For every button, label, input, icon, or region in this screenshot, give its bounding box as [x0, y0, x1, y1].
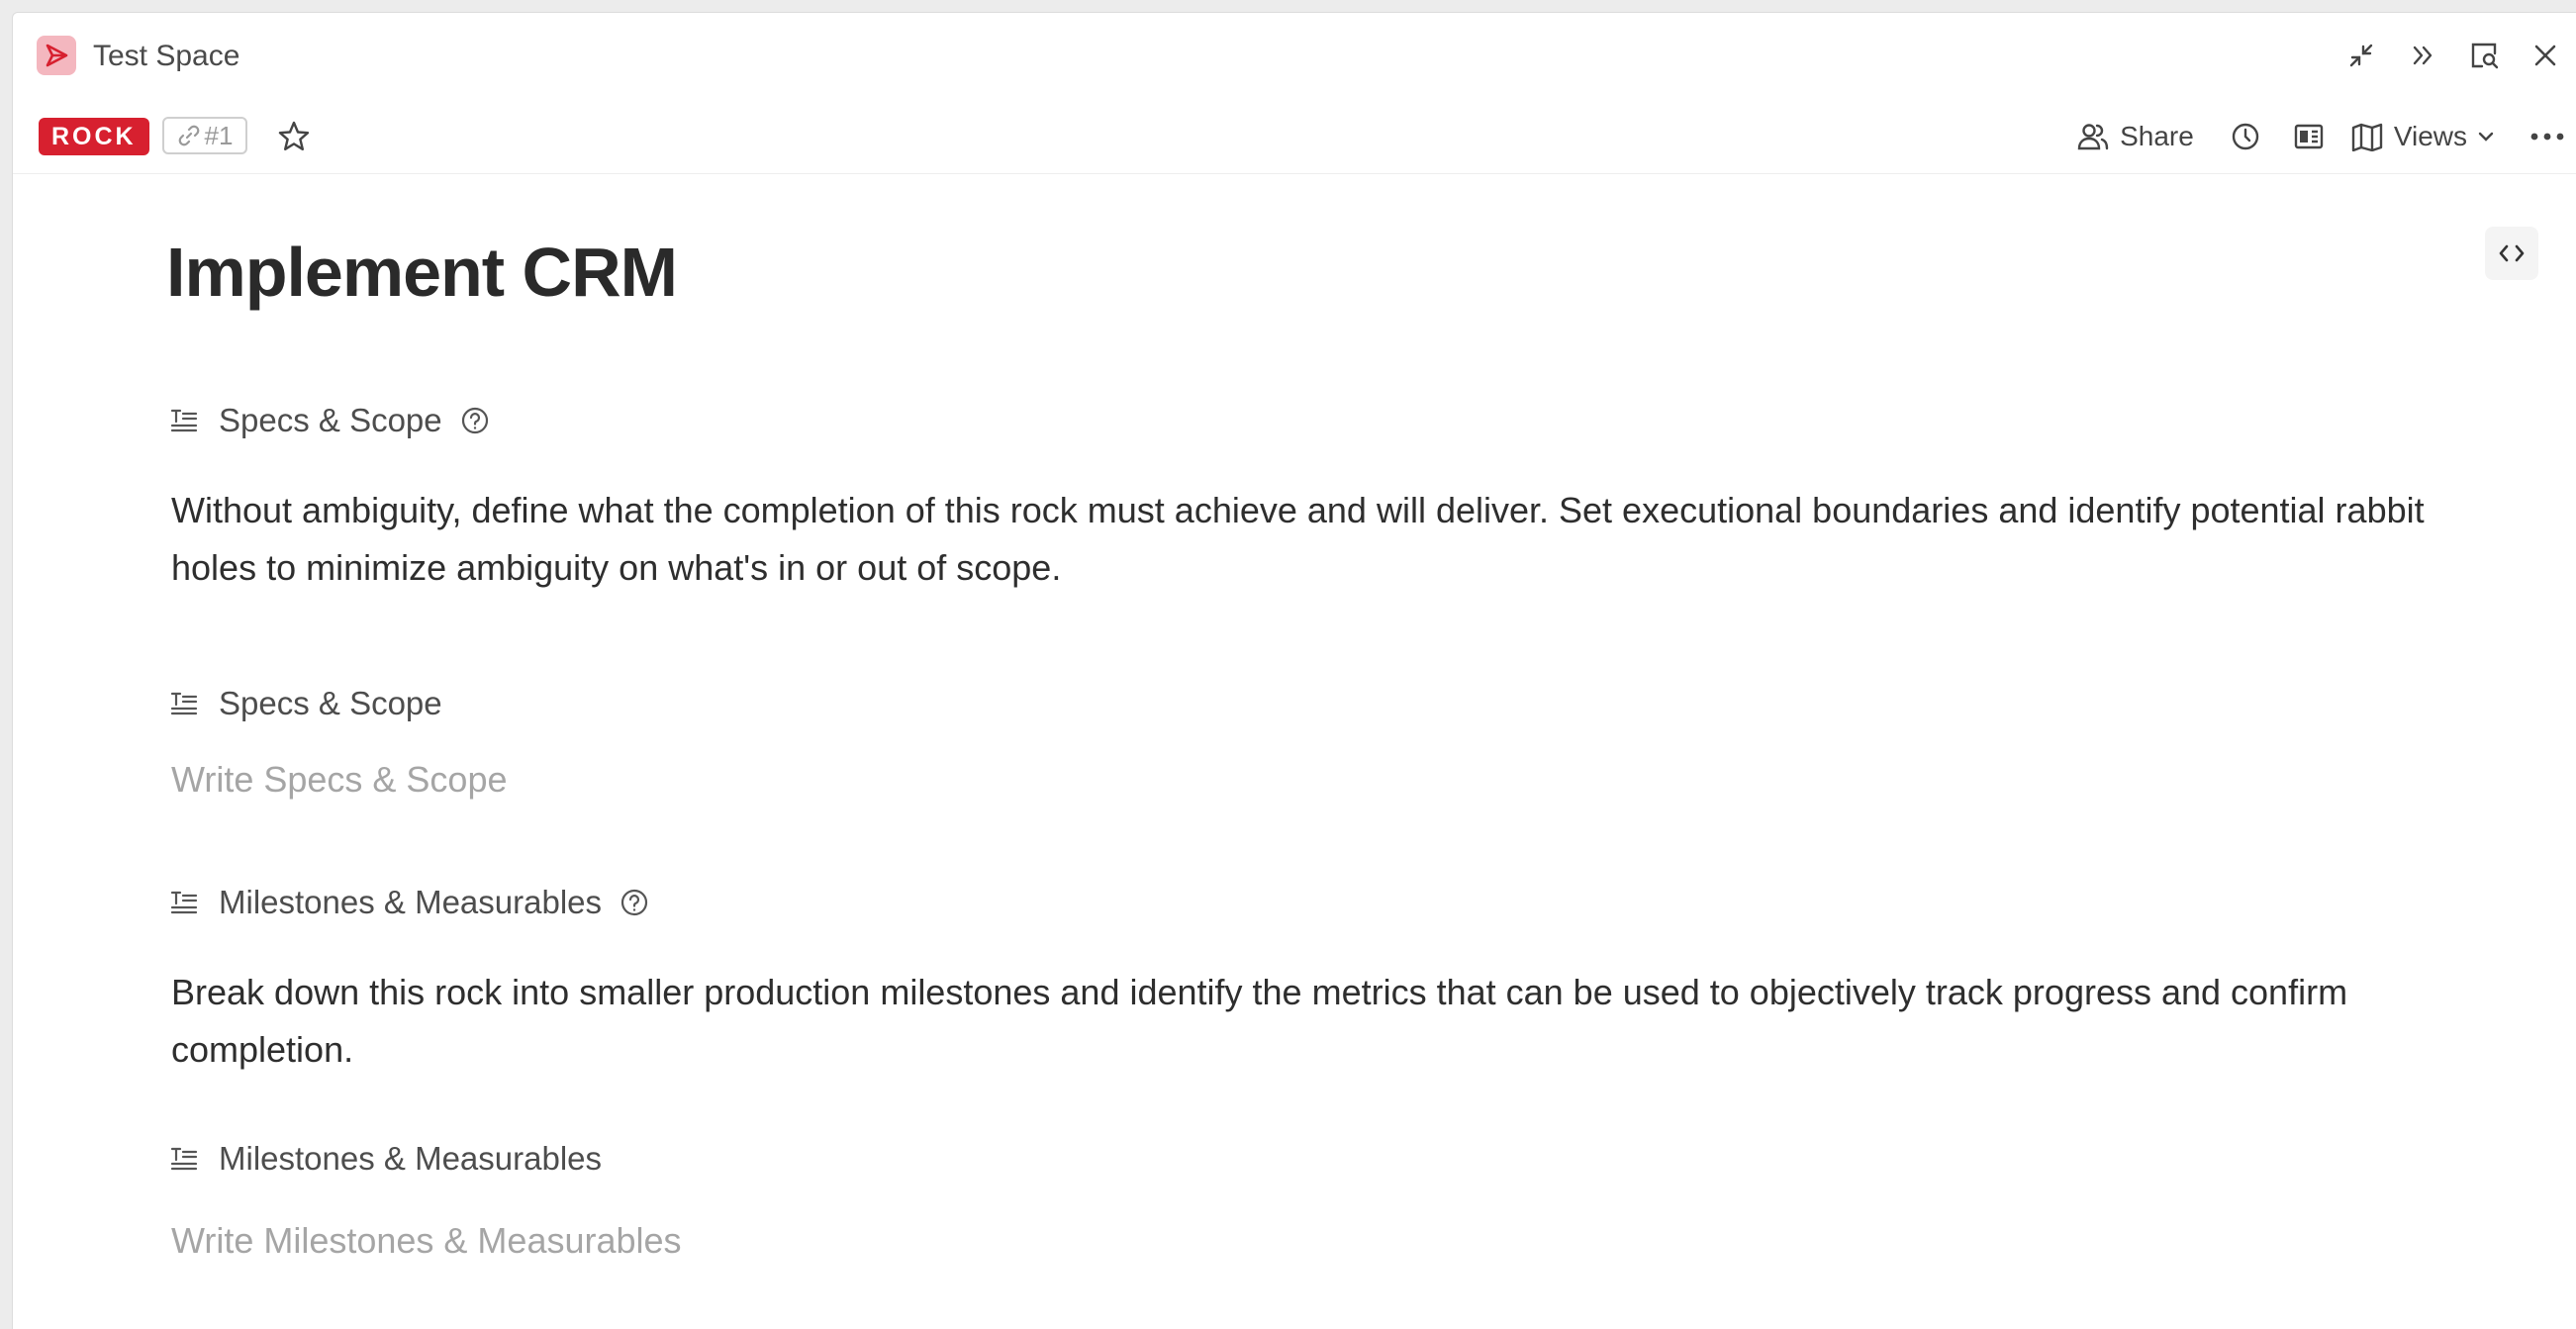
document-panel: Test Space ROCK #1 Share Views Implement…	[12, 12, 2576, 1329]
more-icon[interactable]	[2523, 114, 2572, 159]
page-title[interactable]: Implement CRM	[166, 233, 678, 312]
field-label-milestones-input: Milestones & Measurables	[169, 1137, 602, 1181]
help-icon[interactable]	[620, 888, 649, 917]
clock-icon	[2232, 123, 2259, 150]
peek-search-icon[interactable]	[2453, 33, 2515, 78]
space-name[interactable]: Test Space	[93, 37, 239, 76]
layout-button[interactable]	[2287, 114, 2331, 159]
text-field-icon	[170, 692, 198, 715]
star-icon[interactable]	[272, 116, 316, 157]
layout-icon	[2294, 124, 2324, 149]
views-label: Views	[2393, 121, 2467, 151]
app-logo-icon[interactable]	[37, 36, 76, 75]
text-field-icon	[170, 409, 198, 432]
share-label: Share	[2120, 121, 2194, 151]
type-badge[interactable]: ROCK	[39, 118, 149, 155]
field-label-text: Specs & Scope	[219, 685, 442, 721]
toolbar-actions: Share Views	[2076, 114, 2576, 159]
specs-scope-input[interactable]: Write Specs & Scope	[171, 759, 508, 801]
code-view-toggle[interactable]	[2485, 227, 2538, 280]
collapse-icon[interactable]	[2331, 33, 2392, 78]
milestones-input[interactable]: Write Milestones & Measurables	[171, 1220, 682, 1262]
share-button[interactable]: Share	[2076, 114, 2194, 159]
field-label-text: Specs & Scope	[219, 402, 442, 438]
text-field-icon	[170, 891, 198, 914]
title-bar: Test Space	[13, 13, 2576, 100]
history-button[interactable]	[2224, 114, 2267, 159]
field-label-specs-scope-input: Specs & Scope	[169, 682, 442, 725]
text-field-icon	[170, 1147, 198, 1171]
close-icon[interactable]	[2515, 33, 2576, 78]
views-dropdown[interactable]: Views	[2350, 114, 2497, 159]
link-icon	[178, 125, 199, 146]
field-description: Break down this rock into smaller produc…	[171, 972, 2348, 1070]
field-label-milestones: Milestones & Measurables	[169, 881, 649, 924]
field-label-specs-scope: Specs & Scope	[169, 399, 490, 442]
code-icon	[2499, 244, 2525, 262]
map-icon	[2351, 123, 2383, 151]
users-icon	[2077, 124, 2109, 150]
window-controls	[2331, 33, 2576, 78]
header-divider	[13, 173, 2576, 174]
field-description: Without ambiguity, define what the compl…	[171, 490, 2425, 588]
link-id: #1	[204, 120, 234, 150]
help-icon[interactable]	[460, 406, 490, 435]
double-chevron-right-icon[interactable]	[2392, 33, 2453, 78]
field-label-text: Milestones & Measurables	[219, 1140, 603, 1177]
link-id-badge[interactable]: #1	[162, 117, 247, 154]
chevron-down-icon	[2478, 132, 2494, 142]
toolbar: ROCK #1 Share Views	[13, 104, 2576, 173]
field-label-text: Milestones & Measurables	[219, 884, 603, 920]
